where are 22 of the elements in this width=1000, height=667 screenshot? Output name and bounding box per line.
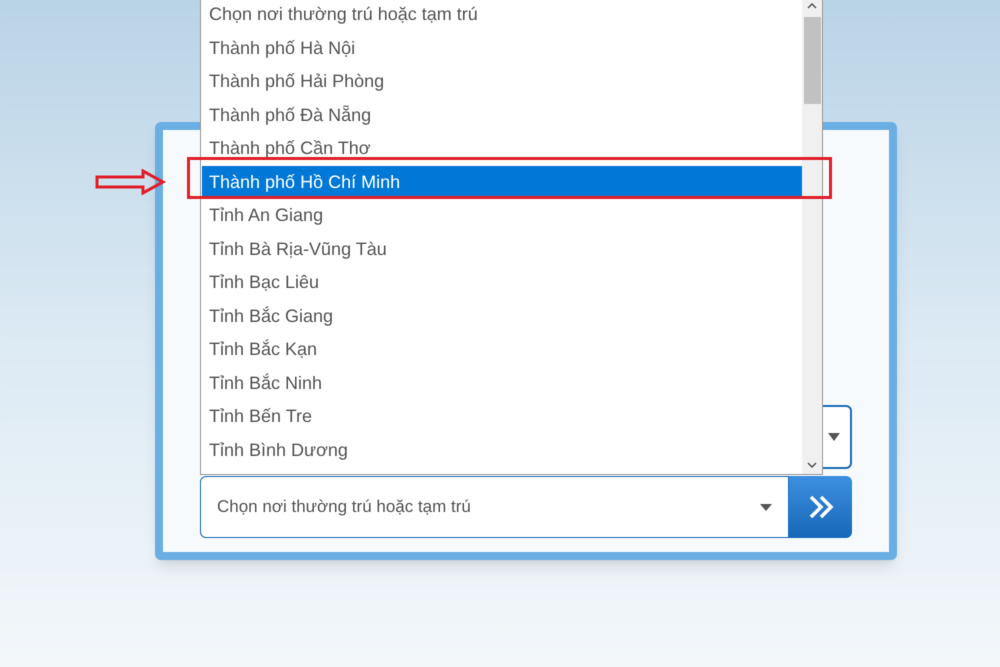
- dropdown-option[interactable]: Tỉnh Bắc Kạn: [202, 333, 802, 366]
- next-button[interactable]: [789, 476, 852, 538]
- dropdown-option[interactable]: Thành phố Hà Nội: [202, 32, 802, 65]
- dropdown-option[interactable]: Thành phố Hải Phòng: [202, 65, 802, 98]
- dropdown-option[interactable]: Chọn nơi thường trú hoặc tạm trú: [202, 0, 802, 32]
- dropdown-option[interactable]: Thành phố Hồ Chí Minh: [202, 166, 802, 199]
- scrollbar-thumb[interactable]: [804, 17, 820, 104]
- scrollbar[interactable]: [802, 0, 822, 474]
- caret-icon: [828, 433, 840, 441]
- dropdown-option[interactable]: Tỉnh Bắc Ninh: [202, 366, 802, 400]
- dropdown-option[interactable]: Tỉnh Bến Tre: [202, 400, 802, 434]
- pointer-arrow-icon: [95, 168, 167, 194]
- dropdown-option[interactable]: Tỉnh Bạc Liêu: [202, 266, 802, 300]
- dropdown-option[interactable]: Thành phố Cần Thơ: [202, 132, 802, 166]
- caret-icon: [760, 504, 772, 510]
- double-chevron-icon: [808, 494, 834, 520]
- dropdown-option[interactable]: Tỉnh Bắc Giang: [202, 300, 802, 333]
- dropdown-option[interactable]: Thành phố Đà Nẵng: [202, 98, 802, 132]
- dropdown-option[interactable]: Tỉnh Bình Dương: [202, 434, 802, 467]
- dropdown-option[interactable]: Tỉnh An Giang: [202, 199, 802, 232]
- residence-select[interactable]: Chọn nơi thường trú hoặc tạm trú: [200, 476, 789, 538]
- dropdown-option[interactable]: Tỉnh Bà Rịa-Vũng Tàu: [202, 232, 802, 266]
